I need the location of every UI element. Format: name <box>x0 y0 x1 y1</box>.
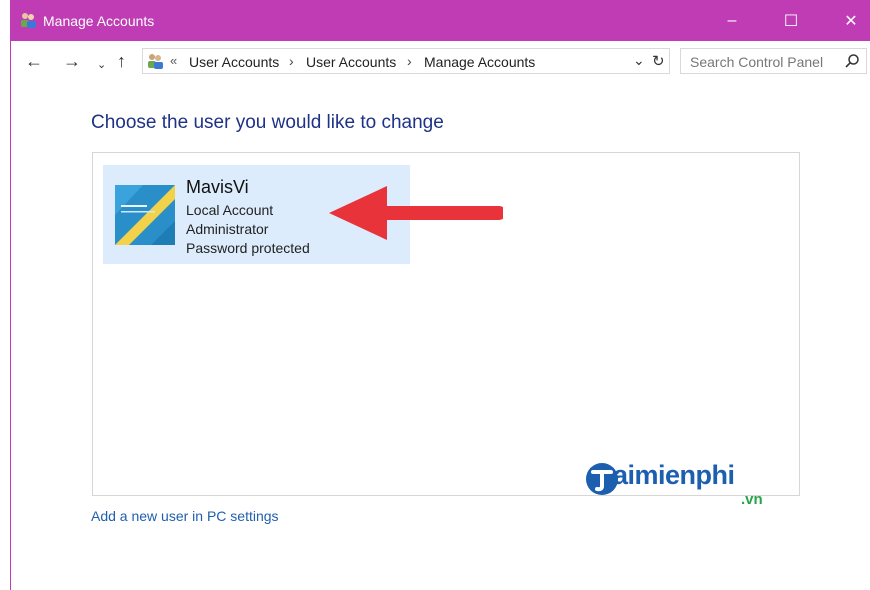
breadcrumb-user-accounts[interactable]: User Accounts <box>189 54 279 70</box>
account-role-label: Administrator <box>186 221 269 237</box>
add-new-user-link[interactable]: Add a new user in PC settings <box>91 508 279 524</box>
user-avatar[interactable] <box>115 185 175 245</box>
breadcrumb-separator-icon[interactable]: › <box>407 53 412 69</box>
maximize-button[interactable]: ☐ <box>763 0 819 41</box>
breadcrumb-separator-icon[interactable]: › <box>289 53 294 69</box>
watermark-text: aimienphi <box>613 460 735 490</box>
taimienphi-watermark: aimienphi .vn <box>583 458 783 510</box>
breadcrumb-overflow-icon[interactable]: « <box>170 53 177 68</box>
search-box[interactable]: Search Control Panel <box>680 48 867 74</box>
user-accounts-icon <box>21 13 36 28</box>
minimize-button[interactable]: – <box>704 0 760 41</box>
account-type-label: Local Account <box>186 202 274 218</box>
breadcrumb-user-accounts-sub[interactable]: User Accounts <box>306 54 396 70</box>
page-heading: Choose the user you would like to change <box>91 112 444 133</box>
address-dropdown-icon[interactable]: ⌄ <box>633 52 645 69</box>
search-icon[interactable] <box>844 53 860 69</box>
user-name: MavisVi <box>186 177 249 197</box>
forward-arrow-icon[interactable]: → <box>63 51 81 71</box>
up-arrow-icon[interactable]: ↑ <box>117 51 126 71</box>
refresh-icon[interactable]: ↻ <box>652 52 665 70</box>
back-arrow-icon[interactable]: ← <box>25 51 43 71</box>
user-accounts-icon <box>148 54 163 69</box>
search-placeholder: Search Control Panel <box>690 54 824 70</box>
window-title: Manage Accounts <box>43 13 155 29</box>
title-bar[interactable]: Manage Accounts – ☐ ✕ <box>11 0 870 41</box>
breadcrumb-manage-accounts[interactable]: Manage Accounts <box>424 54 535 70</box>
navigation-bar: ← → ⌄ ↑ « User Accounts › User Accounts … <box>11 41 870 83</box>
manage-accounts-window: Manage Accounts – ☐ ✕ ← → ⌄ ↑ « User Acc… <box>10 0 870 590</box>
red-arrow-annotation-icon <box>329 186 503 240</box>
watermark-suffix: .vn <box>741 491 763 508</box>
user-list: MavisVi Local Account Administrator Pass… <box>92 152 800 508</box>
address-bar[interactable]: « User Accounts › User Accounts › Manage… <box>142 48 670 74</box>
close-button[interactable]: ✕ <box>823 0 870 41</box>
recent-locations-chevron-icon[interactable]: ⌄ <box>97 55 106 75</box>
password-status-label: Password protected <box>186 240 310 256</box>
